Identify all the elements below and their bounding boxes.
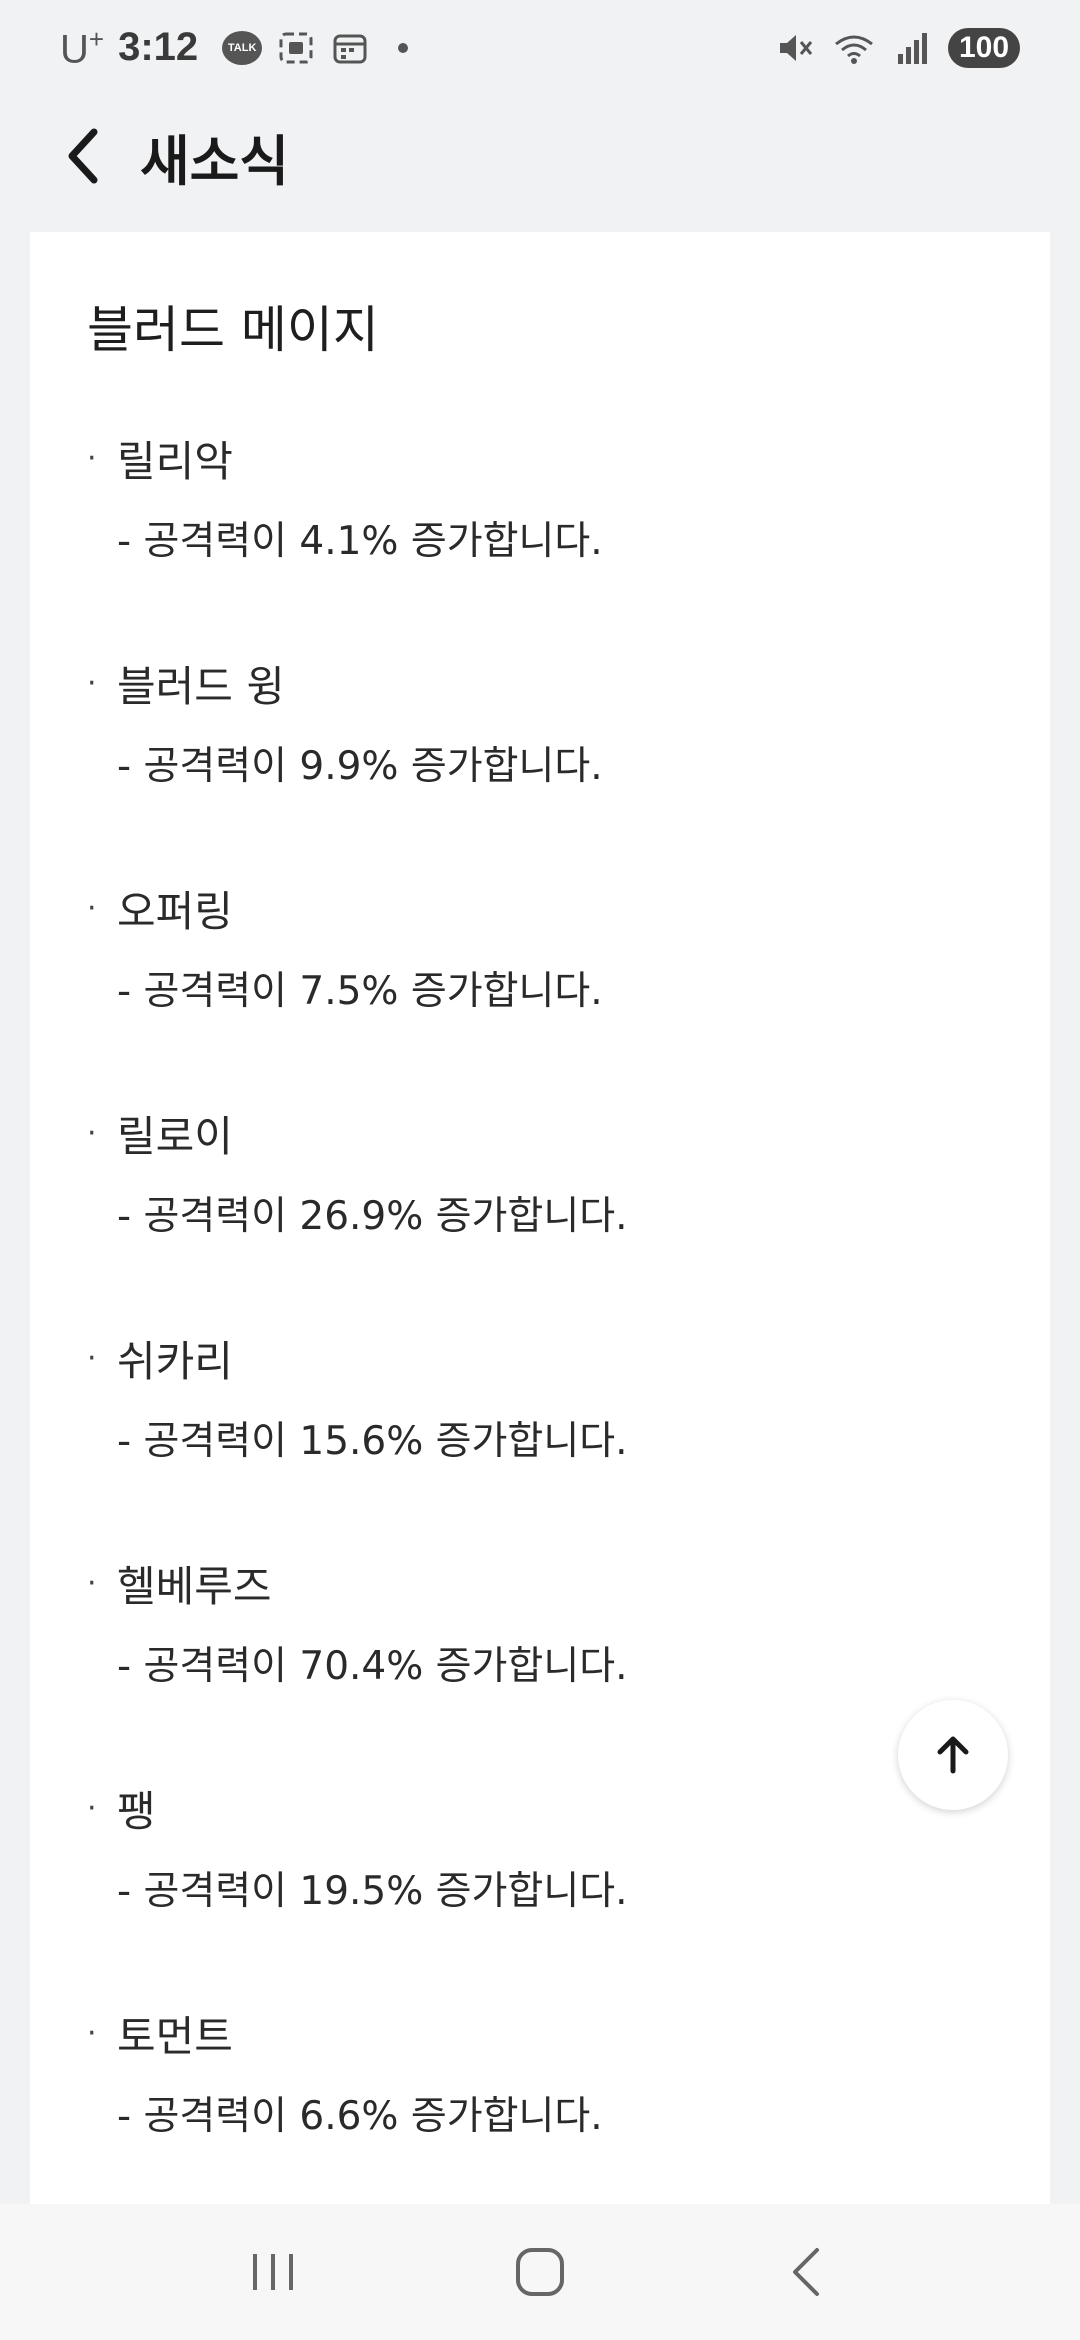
bullet: · <box>87 2015 97 2051</box>
calendar-icon <box>330 28 370 68</box>
item-name: 릴로이 <box>117 1111 233 1161</box>
status-bar: U+ 3:12 TALK 100 <box>0 0 1080 96</box>
list-item: · 팽 - 공격력이 19.5% 증가합니다. <box>87 1778 987 1920</box>
item-name: 헬베루즈 <box>117 1561 272 1611</box>
bullet: · <box>87 440 97 476</box>
status-time: 3:12 <box>118 25 199 70</box>
arrow-up-icon <box>937 1736 969 1774</box>
item-description: - 공격력이 70.4% 증가합니다. <box>117 1644 628 1689</box>
item-description: - 공격력이 4.1% 증가합니다. <box>117 519 603 564</box>
item-description: - 공격력이 7.5% 증가합니다. <box>117 969 603 1014</box>
news-card: 블러드 메이지 · 릴리악 - 공격력이 4.1% 증가합니다. · 블러드 윙 -… <box>30 232 1050 2262</box>
item-name: 릴리악 <box>117 436 233 486</box>
screenshot-icon <box>276 28 316 68</box>
item-name: 오퍼링 <box>117 886 233 936</box>
item-description: - 공격력이 19.5% 증가합니다. <box>117 1869 628 1914</box>
back-nav-button[interactable] <box>757 2222 857 2322</box>
item-name: 블러드 윙 <box>117 661 285 711</box>
bullet: · <box>87 890 97 926</box>
section-title: 블러드 메이지 <box>87 301 379 359</box>
list-item: · 릴리악 - 공격력이 4.1% 증가합니다. <box>87 428 987 570</box>
bullet: · <box>87 665 97 701</box>
list-item: · 블러드 윙 - 공격력이 9.9% 증가합니다. <box>87 653 987 795</box>
list-item: · 릴로이 - 공격력이 26.9% 증가합니다. <box>87 1103 987 1245</box>
navigation-bar <box>0 2204 1080 2340</box>
list-item: · 헬베루즈 - 공격력이 70.4% 증가합니다. <box>87 1553 987 1695</box>
carrier-label: U+ <box>60 23 105 72</box>
page-title: 새소식 <box>140 129 290 193</box>
home-icon <box>515 2248 564 2296</box>
item-name: 토먼트 <box>117 2011 233 2061</box>
item-description: - 공격력이 9.9% 증가합니다. <box>117 744 603 789</box>
list-item: · 토먼트 - 공격력이 6.6% 증가합니다. <box>87 2003 987 2145</box>
notification-dot-icon <box>398 42 409 53</box>
recent-apps-icon <box>253 2254 294 2290</box>
item-description: - 공격력이 15.6% 증가합니다. <box>117 1419 628 1464</box>
signal-icon <box>894 28 930 68</box>
scroll-to-top-button[interactable] <box>898 1700 1008 1810</box>
mute-icon <box>774 28 814 68</box>
battery-icon: 100 <box>948 28 1020 68</box>
list-item: · 쉬카리 - 공격력이 15.6% 증가합니다. <box>87 1328 987 1470</box>
status-right: 100 <box>774 28 1020 68</box>
talk-bubble-icon: TALK <box>222 30 263 65</box>
list-item: · 오퍼링 - 공격력이 7.5% 증가합니다. <box>87 878 987 1020</box>
recent-apps-button[interactable] <box>223 2222 323 2322</box>
home-button[interactable] <box>490 2222 590 2322</box>
item-name: 팽 <box>117 1786 156 1836</box>
bullet: · <box>87 1115 97 1151</box>
app-header: 새소식 <box>0 110 1080 202</box>
item-name: 쉬카리 <box>117 1336 233 1386</box>
screen: U+ 3:12 TALK 100 새소식 블러드 메이지 · 릴리악 - 공격력… <box>0 0 1080 2340</box>
back-button[interactable] <box>60 121 120 191</box>
bullet: · <box>87 1565 97 1601</box>
status-left: U+ 3:12 TALK <box>60 23 409 72</box>
chevron-left-icon <box>68 128 98 184</box>
wifi-icon <box>832 28 876 68</box>
bullet: · <box>87 1790 97 1826</box>
item-description: - 공격력이 26.9% 증가합니다. <box>117 1194 628 1239</box>
back-icon <box>792 2248 819 2296</box>
bullet: · <box>87 1340 97 1376</box>
item-description: - 공격력이 6.6% 증가합니다. <box>117 2094 603 2139</box>
